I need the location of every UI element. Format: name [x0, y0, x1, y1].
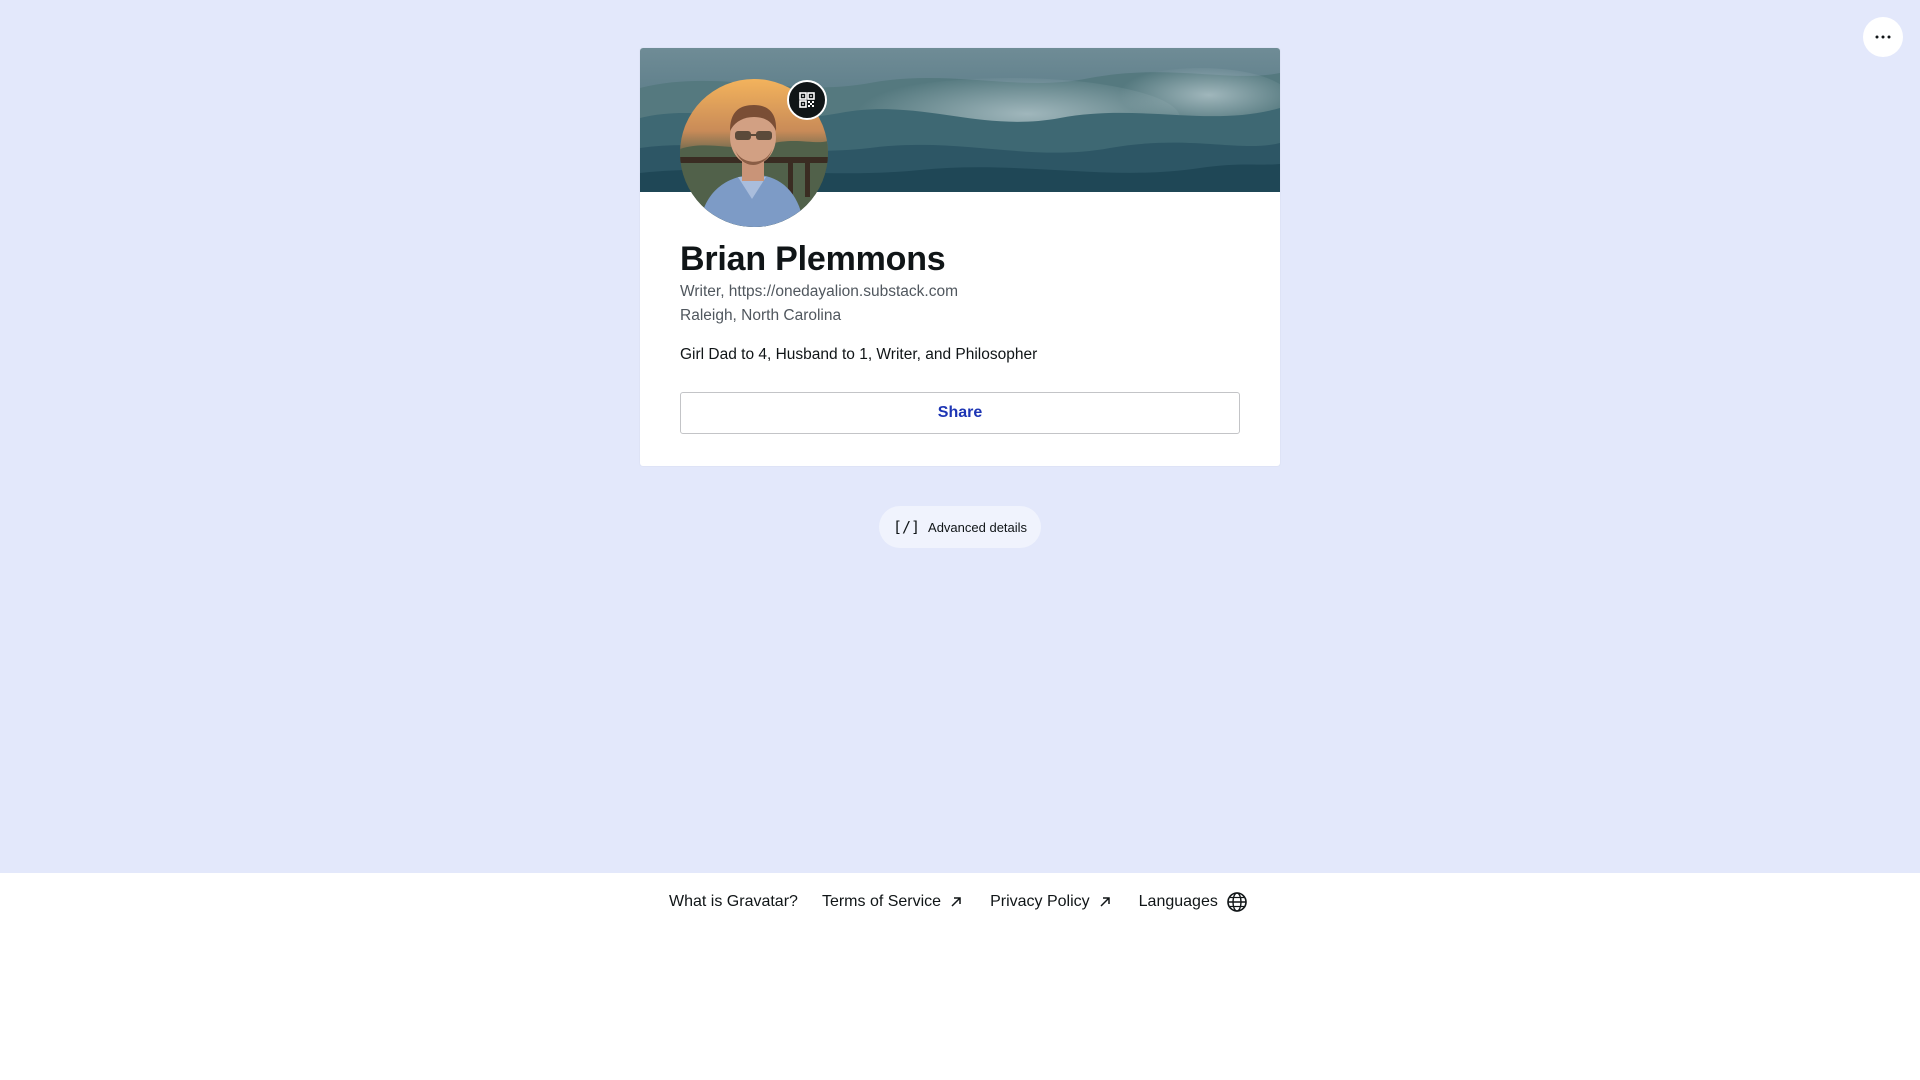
qr-code-icon	[799, 92, 815, 108]
more-options-button[interactable]	[1863, 17, 1903, 57]
profile-location: Raleigh, North Carolina	[680, 307, 842, 324]
languages-link[interactable]: Languages	[1139, 891, 1248, 913]
external-link-icon	[1100, 897, 1110, 907]
languages-label: Languages	[1138, 893, 1218, 910]
what-is-gravatar-link[interactable]: What is Gravatar?	[669, 893, 798, 911]
advanced-details-button[interactable]: [/] Advanced details	[879, 506, 1041, 548]
external-link-icon	[951, 897, 961, 907]
terms-of-service-label: Terms of Service	[821, 893, 942, 910]
code-icon: [/]	[892, 518, 921, 536]
footer-links: What is Gravatar? Terms of Service Priva…	[669, 891, 1248, 913]
privacy-policy-link[interactable]: Privacy Policy	[990, 893, 1112, 911]
share-button[interactable]: Share	[680, 392, 1240, 434]
ellipsis-icon	[1875, 35, 1891, 39]
terms-of-service-link[interactable]: Terms of Service	[822, 893, 963, 911]
qr-code-button[interactable]	[787, 80, 827, 120]
profile-bio: Girl Dad to 4, Husband to 1, Writer, and…	[680, 346, 1038, 363]
profile-job-title: Writer, https://onedayalion.substack.com	[680, 283, 958, 300]
globe-icon	[1227, 892, 1247, 912]
footer: What is Gravatar? Terms of Service Priva…	[0, 873, 1920, 1080]
profile-card: Brian Plemmons Writer, https://onedayali…	[640, 48, 1280, 466]
privacy-policy-label: Privacy Policy	[990, 893, 1090, 910]
profile-name: Brian Plemmons	[680, 240, 946, 278]
what-is-gravatar-label: What is Gravatar?	[669, 893, 798, 910]
advanced-details-label: Advanced details	[928, 519, 1028, 535]
